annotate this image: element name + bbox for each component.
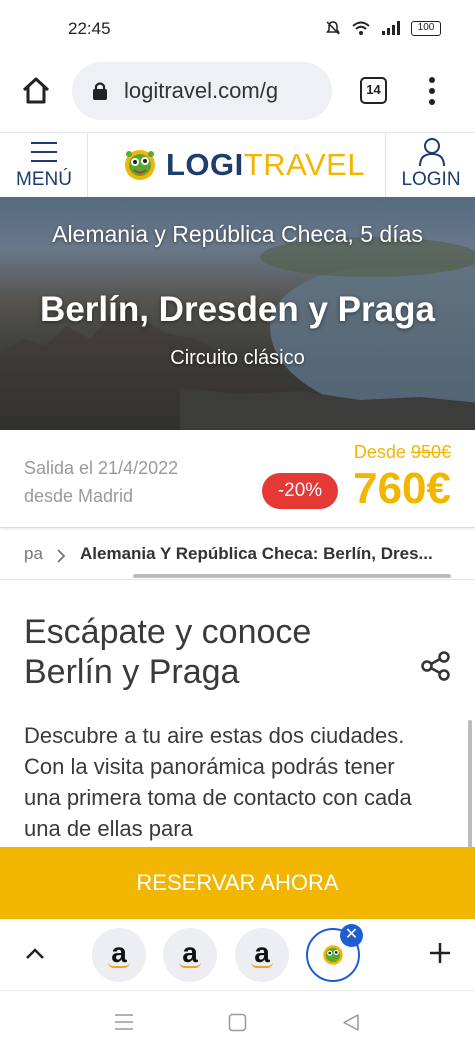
current-price: 760€: [353, 464, 451, 513]
article-heading: Escápate y conoce Berlín y Praga: [24, 613, 312, 691]
article-section: Escápate y conoce Berlín y Praga Descubr…: [0, 580, 475, 848]
reserve-now-button[interactable]: RESERVAR AHORA: [0, 847, 475, 919]
address-bar[interactable]: logitravel.com/g: [72, 62, 332, 120]
old-price: 950€: [410, 442, 451, 462]
from-label: Desde: [353, 442, 406, 462]
signal-icon: [382, 21, 400, 35]
logo-logi-text: LOGI: [166, 147, 244, 182]
system-nav-bar: [0, 991, 475, 1056]
tab-amazon-3[interactable]: a: [235, 928, 289, 982]
browser-toolbar: logitravel.com/g 14: [0, 60, 475, 132]
article-body: Descubre a tu aire estas dos ciudades. C…: [24, 723, 412, 841]
url-text: logitravel.com/g: [124, 78, 279, 103]
battery-icon: 100: [411, 20, 441, 36]
home-square-icon[interactable]: [228, 1013, 247, 1032]
back-triangle-icon[interactable]: [342, 1013, 360, 1032]
logo-travel-text: TRAVEL: [243, 147, 366, 182]
clock: 22:45: [68, 19, 111, 38]
new-tab-plus-icon[interactable]: [428, 941, 452, 965]
from-price: Desde 950€: [354, 442, 451, 463]
more-menu-icon[interactable]: [428, 76, 436, 106]
departure-city: desde Madrid: [24, 486, 134, 506]
tab-group-bar: a a a ✕: [0, 919, 475, 991]
price-box: Salida el 21/4/2022 desde Madrid Desde 9…: [0, 430, 475, 528]
logo-mascot-icon: [125, 150, 155, 180]
breadcrumb-current: Alemania Y República Checa: Berlín, Dres…: [80, 544, 433, 563]
login-label: LOGIN: [401, 169, 461, 190]
status-bar: 22:45 100: [0, 0, 475, 60]
login-button[interactable]: LOGIN: [385, 133, 475, 198]
tab-amazon-2[interactable]: a: [163, 928, 217, 982]
menu-label: MENÚ: [16, 169, 72, 190]
user-icon: [419, 138, 445, 167]
departure-date: Salida el 21/4/2022: [24, 458, 179, 478]
chevron-up-icon[interactable]: [24, 943, 46, 965]
recents-menu-icon[interactable]: [114, 1013, 134, 1031]
mute-bell-icon: [326, 21, 340, 35]
wifi-icon: [352, 21, 370, 35]
lock-icon: [93, 82, 107, 100]
logitravel-favicon-icon: [323, 945, 343, 965]
menu-button[interactable]: MENÚ: [0, 133, 88, 198]
breadcrumb-prev-link[interactable]: pa: [24, 544, 43, 564]
breadcrumb-scrollbar[interactable]: [133, 574, 451, 578]
hero-tagline: Circuito clásico: [170, 347, 305, 369]
hero-subtitle: Alemania y República Checa, 5 días: [52, 221, 423, 247]
home-icon[interactable]: [20, 75, 52, 107]
tab-switcher-button[interactable]: 14: [360, 77, 387, 104]
departure-info: Salida el 21/4/2022 desde Madrid: [24, 454, 178, 510]
status-icons: 100: [325, 20, 441, 36]
breadcrumb: pa Alemania Y República Checa: Berlín, D…: [0, 530, 475, 580]
chevron-right-icon: [57, 549, 66, 563]
close-tab-icon[interactable]: ✕: [340, 924, 363, 947]
share-icon[interactable]: [420, 650, 452, 682]
hero-title: Berlín, Dresden y Praga: [40, 290, 435, 329]
hero-banner: Alemania y República Checa, 5 días Berlí…: [0, 197, 475, 430]
discount-badge: -20%: [262, 473, 338, 509]
tab-amazon-1[interactable]: a: [92, 928, 146, 982]
hamburger-icon: [31, 142, 57, 169]
logitravel-logo[interactable]: LOGI TRAVEL: [120, 143, 365, 187]
site-header: MENÚ LOGI TRAVEL LOGIN: [0, 132, 475, 198]
page-scrollbar[interactable]: [468, 720, 472, 848]
